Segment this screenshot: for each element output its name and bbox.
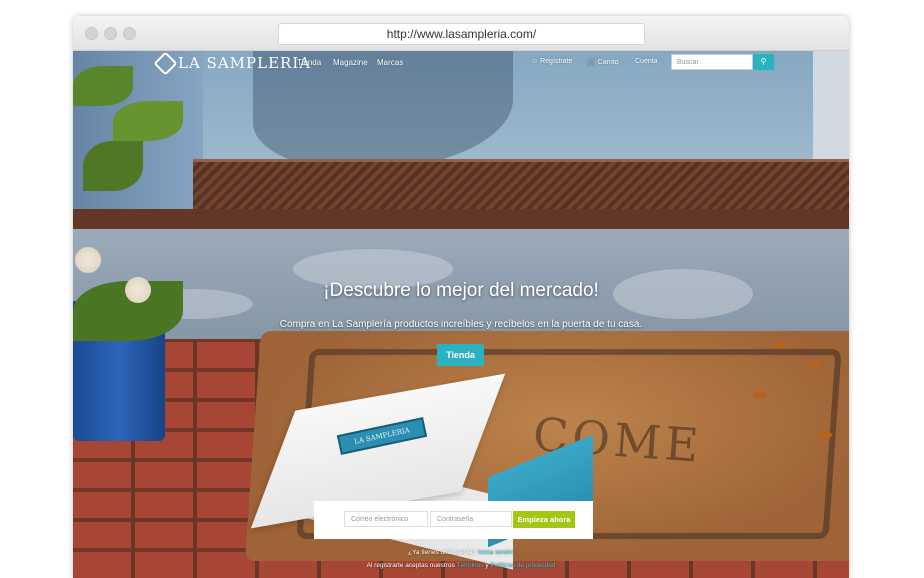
search-button[interactable]: ⚲ xyxy=(753,54,774,70)
register-label: Regístrate xyxy=(540,58,573,65)
email-field[interactable]: Correo electrónico xyxy=(344,511,428,527)
terms-and: y xyxy=(485,562,489,569)
nav-link-tienda[interactable]: Tienda xyxy=(297,58,321,67)
search-input[interactable]: Buscar xyxy=(671,54,753,70)
register-link[interactable]: ☺ Regístrate xyxy=(531,58,572,65)
privacy-link[interactable]: Políticas de privacidad xyxy=(490,562,555,569)
search-icon: ⚲ xyxy=(760,57,767,66)
browser-window: http://www.lasampleria.com/ COME LA SAMP… xyxy=(73,16,849,578)
cart-label: Carrito xyxy=(597,59,619,66)
minimize-window-button[interactable] xyxy=(104,27,117,40)
browser-titlebar: http://www.lasampleria.com/ xyxy=(73,16,849,51)
signup-form: Correo electrónico Contraseña Empieza ah… xyxy=(314,501,593,539)
site-logo[interactable]: LA SAMPLERIA xyxy=(153,51,312,76)
address-bar[interactable]: http://www.lasampleria.com/ xyxy=(278,23,645,45)
login-link[interactable]: Inicia sesión xyxy=(478,549,514,556)
terms-prefix: Al registrarte aceptas nuestros xyxy=(366,562,455,569)
close-window-button[interactable] xyxy=(85,27,98,40)
start-now-button[interactable]: Empieza ahora xyxy=(513,511,575,528)
cart-icon: 🛒 xyxy=(587,59,596,66)
hero-title: ¡Descubre lo mejor del mercado! xyxy=(323,280,599,301)
terms-link[interactable]: Términos xyxy=(456,562,483,569)
page-viewport: COME LA SAMPLERIA Tienda Magazine Marcas… xyxy=(73,51,849,578)
site-navbar: LA SAMPLERIA Tienda Magazine Marcas ☺ Re… xyxy=(73,51,849,77)
hero-subtitle: Compra en La Samplería productos increíb… xyxy=(279,319,643,330)
nav-link-marcas[interactable]: Marcas xyxy=(377,58,403,67)
user-icon: ☺ xyxy=(531,58,539,65)
maximize-window-button[interactable] xyxy=(123,27,136,40)
logo-diamond-icon xyxy=(153,51,178,76)
login-prompt: ¿Ya tienes una cuenta? Inicia sesión xyxy=(73,549,849,556)
terms-text: Al registrarte aceptas nuestros Términos… xyxy=(73,562,849,569)
account-link[interactable]: Cuenta xyxy=(635,58,658,65)
shop-button[interactable]: Tienda xyxy=(437,344,484,366)
password-field[interactable]: Contraseña xyxy=(430,511,512,527)
logo-text: LA SAMPLERIA xyxy=(178,54,312,72)
have-account-text: ¿Ya tienes una cuenta? xyxy=(408,549,477,556)
nav-link-magazine[interactable]: Magazine xyxy=(333,58,368,67)
cart-link[interactable]: 🛒 Carrito xyxy=(587,58,619,66)
